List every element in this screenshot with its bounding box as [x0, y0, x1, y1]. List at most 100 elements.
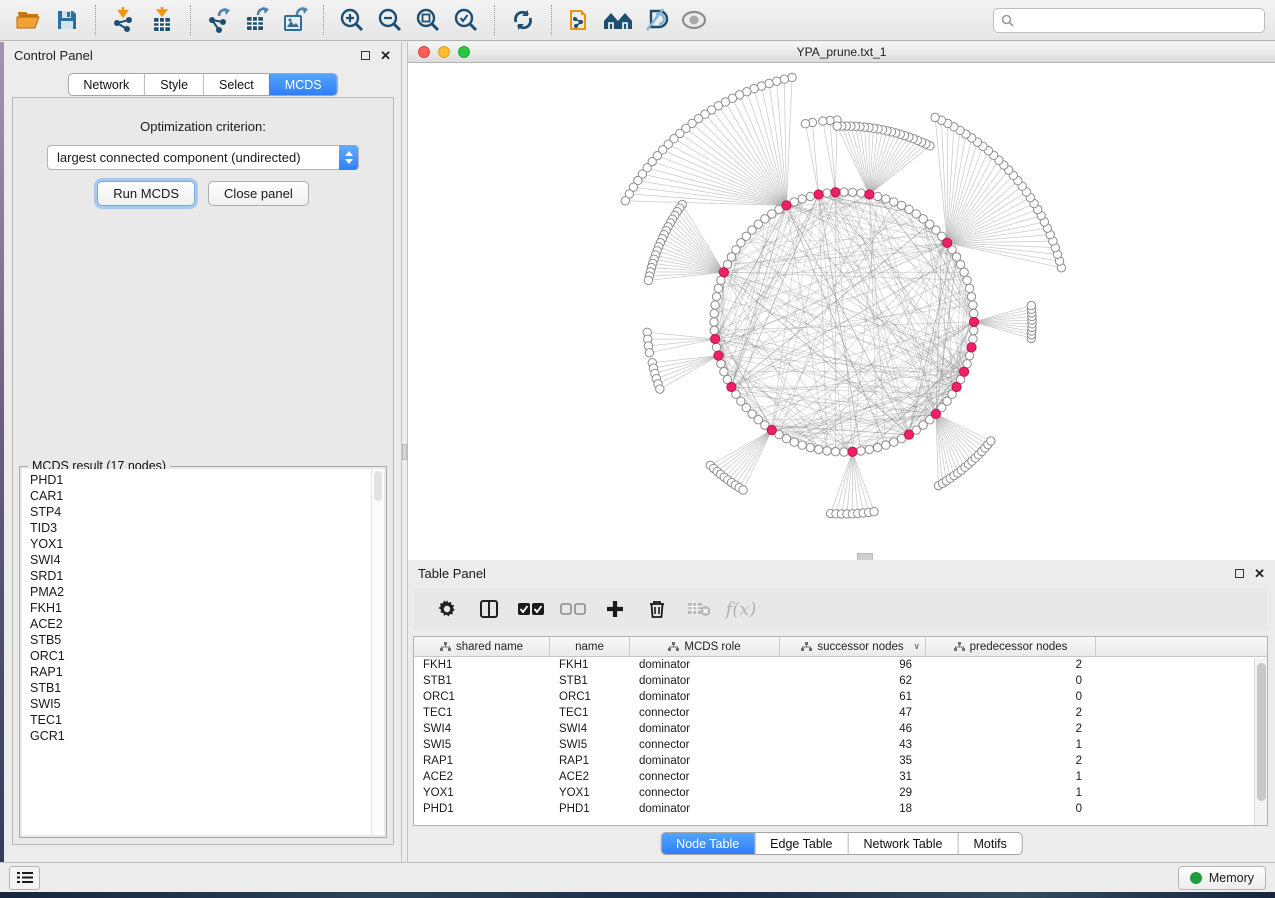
memory-status-icon	[1190, 872, 1202, 884]
tab-network[interactable]: Network	[68, 74, 144, 95]
column-header-name[interactable]: name	[550, 637, 630, 656]
mcds-result-item[interactable]: SRD1	[30, 568, 370, 584]
mcds-list-scrollbar[interactable]	[371, 469, 384, 835]
optimization-criterion-select[interactable]: largest connected component (undirected)	[47, 145, 359, 170]
column-header-successor-nodes[interactable]: successor nodes∨	[780, 637, 926, 656]
column-header-mcds-role[interactable]: MCDS role	[630, 637, 780, 656]
mcds-result-item[interactable]: CAR1	[30, 488, 370, 504]
mcds-result-item[interactable]: ACE2	[30, 616, 370, 632]
float-table-panel-icon[interactable]	[1235, 569, 1244, 578]
close-panel-button[interactable]: Close panel	[208, 181, 309, 206]
column-header-shared-name[interactable]: shared name	[414, 637, 550, 656]
mcds-result-item[interactable]: RAP1	[30, 664, 370, 680]
export-image-icon[interactable]	[276, 4, 314, 36]
column-header-predecessor-nodes[interactable]: predecessor nodes	[926, 637, 1096, 656]
zoom-out-icon[interactable]	[371, 4, 409, 36]
window-zoom-icon[interactable]	[458, 46, 470, 58]
settings-icon[interactable]	[430, 594, 464, 624]
search-box[interactable]	[993, 8, 1265, 33]
tab-select[interactable]: Select	[203, 74, 269, 95]
toolbar-separator	[551, 5, 552, 35]
zoom-fit-icon[interactable]	[409, 4, 447, 36]
mcds-result-item[interactable]: STP4	[30, 504, 370, 520]
table-cell: STB1	[550, 673, 630, 689]
table-row[interactable]: PHD1PHD1dominator180	[414, 801, 1267, 817]
mcds-result-fieldset: MCDS result (17 nodes) PHD1CAR1STP4TID3Y…	[19, 466, 387, 838]
table-cell: PHD1	[550, 801, 630, 817]
delete-icon[interactable]	[640, 594, 674, 624]
tab-edge-table[interactable]: Edge Table	[754, 833, 847, 854]
table-row[interactable]: SWI4SWI4dominator462	[414, 721, 1267, 737]
open-icon[interactable]	[10, 4, 48, 36]
tab-style[interactable]: Style	[144, 74, 203, 95]
node-table-header: shared namenameMCDS rolesuccessor nodes∨…	[414, 637, 1267, 657]
table-cell: ACE2	[414, 769, 550, 785]
float-panel-icon[interactable]	[361, 51, 370, 60]
task-history-button[interactable]	[9, 866, 40, 890]
tab-motifs[interactable]: Motifs	[957, 833, 1021, 854]
mcds-result-item[interactable]: PHD1	[30, 472, 370, 488]
mcds-result-item[interactable]: TID3	[30, 520, 370, 536]
table-panel-title: Table Panel	[418, 566, 486, 581]
mcds-result-item[interactable]: PMA2	[30, 584, 370, 600]
table-cell: 1	[926, 737, 1096, 753]
mcds-result-list[interactable]: PHD1CAR1STP4TID3YOX1SWI4SRD1PMA2FKH1ACE2…	[22, 469, 384, 835]
network-overview-icon[interactable]	[599, 4, 637, 36]
refresh-icon[interactable]	[504, 4, 542, 36]
table-cell: 2	[926, 705, 1096, 721]
graphics-details-icon[interactable]	[637, 4, 675, 36]
eye-icon[interactable]	[675, 4, 713, 36]
zoom-in-icon[interactable]	[333, 4, 371, 36]
import-network-icon[interactable]	[105, 4, 143, 36]
add-icon[interactable]	[598, 594, 632, 624]
mcds-result-item[interactable]: GCR1	[30, 728, 370, 744]
columns-icon[interactable]	[472, 594, 506, 624]
table-cell: 47	[780, 705, 926, 721]
table-row[interactable]: STB1STB1dominator620	[414, 673, 1267, 689]
window-minimize-icon[interactable]	[438, 46, 450, 58]
export-network-icon[interactable]	[200, 4, 238, 36]
table-row[interactable]: ORC1ORC1dominator610	[414, 689, 1267, 705]
table-row[interactable]: SWI5SWI5connector431	[414, 737, 1267, 753]
mcds-result-item[interactable]: YOX1	[30, 536, 370, 552]
mcds-result-item[interactable]: STB5	[30, 632, 370, 648]
export-table-icon[interactable]	[238, 4, 276, 36]
table-row[interactable]: ACE2ACE2connector311	[414, 769, 1267, 785]
share-document-icon[interactable]	[561, 4, 599, 36]
memory-button[interactable]: Memory	[1178, 866, 1266, 890]
table-cell: 2	[926, 753, 1096, 769]
network-canvas[interactable]	[408, 63, 1275, 560]
table-cell: 31	[780, 769, 926, 785]
tab-mcds[interactable]: MCDS	[269, 74, 337, 95]
tab-network-table[interactable]: Network Table	[848, 833, 958, 854]
tab-node-table[interactable]: Node Table	[661, 833, 754, 854]
mcds-result-item[interactable]: SWI5	[30, 696, 370, 712]
search-input[interactable]	[1019, 13, 1257, 27]
select-all-icon[interactable]	[514, 594, 548, 624]
close-panel-icon[interactable]: ✕	[380, 49, 391, 62]
control-panel-header: Control Panel ✕	[4, 42, 401, 68]
mcds-result-item[interactable]: STB1	[30, 680, 370, 696]
window-close-icon[interactable]	[418, 46, 430, 58]
table-row[interactable]: RAP1RAP1dominator352	[414, 753, 1267, 769]
mcds-result-item[interactable]: TEC1	[30, 712, 370, 728]
table-cell: FKH1	[550, 657, 630, 673]
table-row[interactable]: FKH1FKH1dominator962	[414, 657, 1267, 673]
delete-table-icon[interactable]	[682, 594, 716, 624]
import-table-icon[interactable]	[143, 4, 181, 36]
run-mcds-button[interactable]: Run MCDS	[97, 181, 195, 206]
function-icon[interactable]: f(x)	[724, 594, 758, 624]
table-scrollbar[interactable]	[1254, 658, 1267, 825]
table-cell: YOX1	[550, 785, 630, 801]
mcds-result-item[interactable]: FKH1	[30, 600, 370, 616]
mcds-result-item[interactable]: SWI4	[30, 552, 370, 568]
save-icon[interactable]	[48, 4, 86, 36]
mcds-result-item[interactable]: ORC1	[30, 648, 370, 664]
table-row[interactable]: YOX1YOX1connector291	[414, 785, 1267, 801]
deselect-all-icon[interactable]	[556, 594, 590, 624]
network-graph[interactable]	[408, 63, 1275, 560]
network-window-titlebar[interactable]: YPA_prune.txt_1	[408, 42, 1275, 63]
table-row[interactable]: TEC1TEC1connector472	[414, 705, 1267, 721]
close-table-panel-icon[interactable]: ✕	[1254, 567, 1265, 580]
zoom-selected-icon[interactable]	[447, 4, 485, 36]
